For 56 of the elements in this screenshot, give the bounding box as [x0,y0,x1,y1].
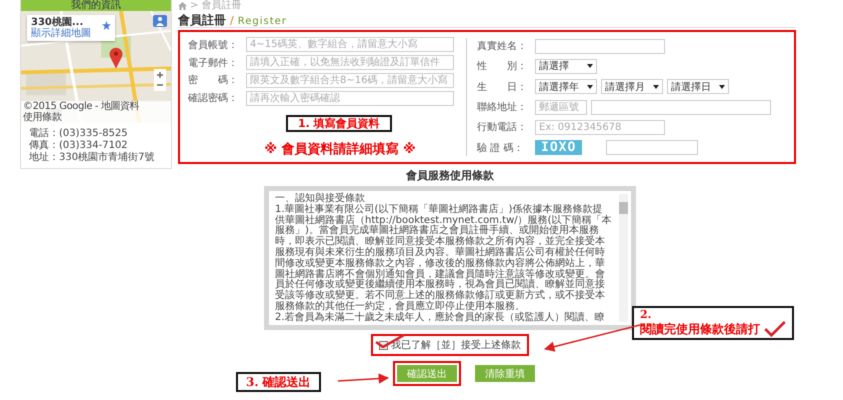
page-title: 會員註冊 [178,12,226,29]
input-field[interactable]: Ex: 0912345678 [535,120,665,135]
terms-paragraph: 2.若會員為未滿二十歲之未成年人，應於會員的家長（或監護人）閱讀、瞭 [275,312,606,324]
caret-icon [653,84,659,89]
annotation-label: 1. 填寫會員資料 [286,115,392,132]
person-icon[interactable] [153,15,167,27]
captcha-code: IOXO [535,140,582,156]
check-mark-icon [764,321,786,337]
caret-icon [719,84,725,89]
arrow [338,373,390,384]
annotation-note: ※ 會員資料請詳細填寫 ※ [263,140,417,158]
annotation-number: 2. [640,309,652,321]
field-label: 生 日： [477,80,528,94]
field-label: 電子郵件： [188,56,239,70]
input-field[interactable]: 請填入正確，以免無法收到驗證及訂單信件 [246,55,454,70]
terms-paragraph: 1.華圖社事業有限公司(以下簡稱「華圖社網路書店」)係依據本服務條款提供華圖社網路書店（http://booktest.mynet.com.tw/）服務(以下簡稱「本服務」)。當會員完成華圖社網路書店之會員註冊手續、或開始使用本服務時，即表示已閱讀、瞭解並同意接受本服務條款之所有內容，並完全接受本服務現有與未來衍生的服務項目及內容。華圖社網路書店公司有權於任何時間修改或變更本服務條款之內容，修改後的服務條款內容將公佈網站上，華圖社網路書店將不會個別通知會員，建議會員隨時注意該等修改或變更。會員於任何修改或變更後繼續使用本服務時，視為會員已閱讀、瞭解並同意接受該等修改或變更。若不同意上述的服務條款修訂或更新方式，或不接受本服務條款的其他任一約定，會員應立即停止使用本服務。 [275,204,612,312]
star-icon[interactable] [102,21,111,30]
contact-line: 地址：330桃園市青埔街7號 [29,152,156,164]
input-field[interactable]: 限英文及數字組合共8~16碼，請留意大小寫 [246,72,454,88]
dropdown[interactable]: 請選擇日 [667,79,729,94]
zoom-control[interactable] [154,69,166,91]
sidebar-heading: 我們的資訊 [21,0,171,11]
terms-heading: 一、認知與接受條款 [275,194,366,204]
input-field[interactable] [591,100,771,115]
field-label: 聯絡地址： [477,100,528,114]
contact-line: 傳真：(03)334-7102 [29,140,129,152]
annotation-label: 3. 確認送出 [236,372,321,392]
input-field[interactable] [606,140,698,156]
input-field[interactable]: 郵遞區號 [535,100,587,115]
input-field[interactable]: 4~15碼英、數字組合，請留意大小寫 [246,37,454,52]
place-name: 330桃園... [31,17,84,28]
dropdown[interactable]: 請選擇年 [535,79,597,94]
terms-title: 會員服務使用條款 [406,168,494,183]
page-subtitle: Register [238,16,287,27]
home-icon[interactable] [178,2,187,10]
breadcrumb-separator: > [190,0,198,12]
scrollbar[interactable] [619,194,628,322]
contact-line: 電話：(03)335-8525 [29,128,129,140]
caret-icon [587,64,593,68]
caret-icon [587,84,593,89]
map-attribution: ©2015 Google - 地圖資料 [23,101,140,112]
field-label: 確認密碼： [188,92,239,106]
field-label: 行動電話： [477,120,528,134]
field-label: 驗 證 碼： [477,142,524,155]
annotation-text: 閱讀完使用條款後請打 [640,321,760,337]
terms-link[interactable]: 使用條款 [23,112,62,123]
field-label: 密 碼： [188,74,239,88]
field-label: 真實姓名： [477,40,528,54]
input-field[interactable]: 請再次輸入密碼確認 [246,90,454,106]
dropdown[interactable]: 請選擇月 [601,79,663,94]
input-field[interactable] [535,38,665,54]
dropdown[interactable]: 請選擇 [535,58,597,74]
field-label: 性 別： [477,60,528,74]
title-separator: / [230,14,234,27]
details-link[interactable]: 顯示詳細地圖 [31,28,100,39]
field-label: 會員帳號： [188,38,239,52]
